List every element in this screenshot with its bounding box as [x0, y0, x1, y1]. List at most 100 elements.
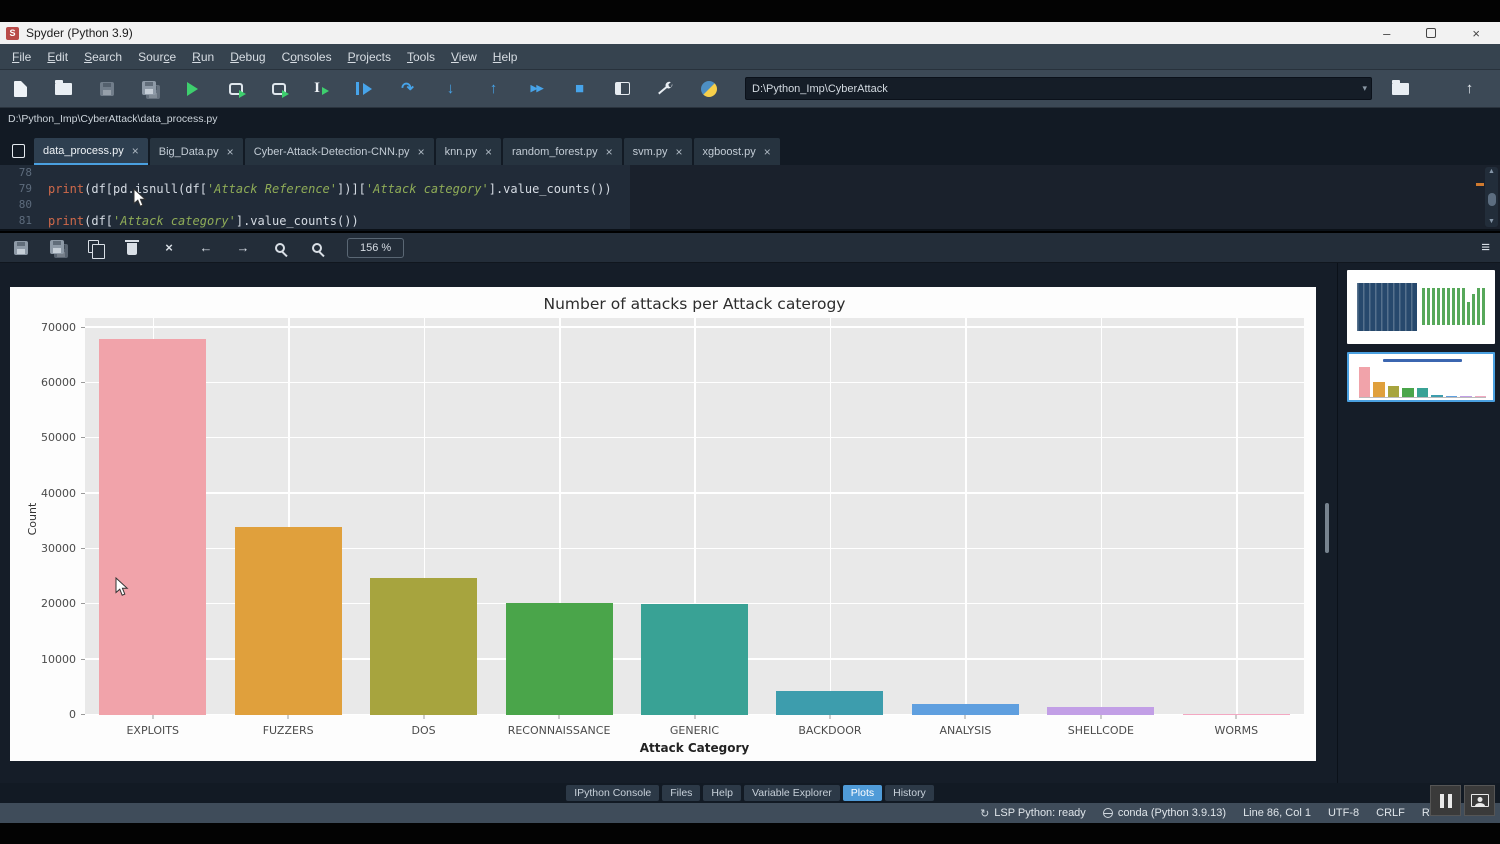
bar-shellcode[interactable] [1047, 707, 1154, 715]
pane-tab-ipython-console[interactable]: IPython Console [566, 785, 659, 802]
save-all-button[interactable] [137, 77, 162, 101]
menu-consoles[interactable]: Consoles [274, 47, 340, 67]
bar-worms[interactable] [1183, 714, 1290, 715]
pane-tab-plots[interactable]: Plots [843, 785, 882, 802]
bar-exploits[interactable] [99, 339, 206, 715]
minimize-button[interactable]: – [1383, 27, 1390, 40]
menu-help[interactable]: Help [485, 47, 526, 67]
bar-slot [762, 318, 897, 715]
x-tick-label: EXPLOITS [126, 724, 178, 737]
tab-close-icon[interactable]: × [485, 146, 492, 158]
scrollbar-handle[interactable] [1488, 193, 1496, 206]
tab-cyber-attack-detection-cnn-py[interactable]: Cyber-Attack-Detection-CNN.py× [245, 138, 434, 165]
open-file-button[interactable] [51, 77, 76, 101]
plots-scrollbar[interactable] [1325, 503, 1329, 553]
run-selection-button[interactable]: I [309, 77, 334, 101]
x-tick-mark [559, 715, 560, 719]
plot-zoom-level[interactable]: 156 % [347, 238, 404, 258]
menu-projects[interactable]: Projects [340, 47, 399, 67]
tab-data_process-py[interactable]: data_process.py× [34, 138, 148, 165]
scroll-up-icon[interactable]: ▲ [1485, 168, 1498, 176]
bar-generic[interactable] [641, 604, 748, 715]
tab-label: xgboost.py [703, 146, 756, 158]
menu-view[interactable]: View [443, 47, 485, 67]
step-into-button[interactable]: ↓ [438, 77, 463, 101]
pane-options-menu-icon[interactable]: ≡ [1481, 239, 1490, 256]
file-tabs-icon [12, 144, 25, 158]
pane-tab-history[interactable]: History [885, 785, 934, 802]
menu-edit[interactable]: Edit [39, 47, 76, 67]
menu-run[interactable]: Run [184, 47, 222, 67]
step-over-button[interactable]: ↷ [395, 77, 420, 101]
maximize-pane-button[interactable] [610, 77, 635, 101]
new-file-button[interactable] [8, 77, 33, 101]
plot-figure[interactable]: Number of attacks per Attack caterogy 01… [10, 287, 1316, 761]
tab-random_forest-py[interactable]: random_forest.py× [503, 138, 622, 165]
pause-recording-button[interactable] [1430, 785, 1461, 816]
tab-close-icon[interactable]: × [418, 146, 425, 158]
save-all-plots-icon [48, 238, 68, 258]
thumbnail-green-bars [1422, 283, 1486, 331]
editor-scrollbar[interactable]: ▲ ▼ [1485, 167, 1498, 227]
bar-backdoor[interactable] [776, 691, 883, 715]
save-all-plots-button[interactable] [47, 237, 69, 259]
interpreter-status[interactable]: conda (Python 3.9.13) [1103, 807, 1226, 819]
browse-directory-button[interactable] [1388, 77, 1413, 101]
pane-tab-files[interactable]: Files [662, 785, 700, 802]
remove-plot-button[interactable] [121, 237, 143, 259]
run-file-button[interactable] [180, 77, 205, 101]
copy-plot-button[interactable] [84, 237, 106, 259]
chevron-down-icon[interactable]: ▾ [1362, 83, 1367, 94]
browse-tabs-button[interactable] [6, 138, 30, 164]
tab-xgboost-py[interactable]: xgboost.py × [694, 138, 780, 165]
stop-debugging-button[interactable]: ■ [567, 77, 592, 101]
tab-close-icon[interactable]: × [227, 146, 234, 158]
tab-close-icon[interactable]: × [764, 146, 771, 158]
step-out-button[interactable]: ↑ [481, 77, 506, 101]
run-cell-advance-icon [272, 83, 286, 95]
bar-analysis[interactable] [912, 704, 1019, 715]
plot-thumbnail-missing-values[interactable] [1347, 270, 1495, 344]
tab-svm-py[interactable]: svm.py× [624, 138, 692, 165]
continue-execution-button[interactable]: ▶▶ [524, 77, 549, 101]
menu-search[interactable]: Search [76, 47, 130, 67]
bar-dos[interactable] [370, 578, 477, 715]
remove-all-plots-button[interactable]: × [158, 237, 180, 259]
previous-plot-button[interactable]: ← [195, 237, 217, 259]
menu-debug[interactable]: Debug [222, 47, 273, 67]
menu-file[interactable]: File [4, 47, 39, 67]
tab-close-icon[interactable]: × [132, 145, 139, 157]
save-plot-button[interactable] [10, 237, 32, 259]
tab-close-icon[interactable]: × [606, 146, 613, 158]
bar-fuzzers[interactable] [235, 527, 342, 715]
menu-source[interactable]: Source [130, 47, 184, 67]
zoom-out-button[interactable] [306, 237, 328, 259]
preferences-button[interactable] [653, 77, 678, 101]
close-button[interactable]: × [1472, 27, 1480, 40]
next-plot-button[interactable]: → [232, 237, 254, 259]
camera-overlay-button[interactable] [1464, 785, 1495, 816]
code-editor[interactable]: 7879print(df[pd.isnull(df['Attack Refere… [0, 165, 1500, 231]
tab-big_data-py[interactable]: Big_Data.py× [150, 138, 243, 165]
menu-tools[interactable]: Tools [399, 47, 443, 67]
run-cell-button[interactable] [223, 77, 248, 101]
working-directory-value: D:\Python_Imp\CyberAttack [752, 83, 888, 95]
code-line: 78 [0, 165, 1500, 181]
pane-tab-variable-explorer[interactable]: Variable Explorer [744, 785, 840, 802]
scroll-down-icon[interactable]: ▼ [1485, 218, 1498, 226]
pane-tab-strip: IPython ConsoleFilesHelpVariable Explore… [0, 783, 1500, 803]
save-button[interactable] [94, 77, 119, 101]
debug-file-button[interactable] [352, 77, 377, 101]
code-text: print(df['Attack category'].value_counts… [48, 213, 359, 229]
python-environment-button[interactable] [696, 77, 721, 101]
run-cell-advance-button[interactable] [266, 77, 291, 101]
bar-reconnaissance[interactable] [506, 603, 613, 715]
tab-close-icon[interactable]: × [675, 146, 682, 158]
tab-knn-py[interactable]: knn.py× [436, 138, 501, 165]
working-directory-combobox[interactable]: D:\Python_Imp\CyberAttack ▾ [745, 77, 1372, 100]
parent-directory-button[interactable]: ↑ [1457, 77, 1482, 101]
zoom-in-button[interactable] [269, 237, 291, 259]
plot-thumbnail-attack-categories-selected[interactable] [1347, 352, 1495, 402]
pane-tab-help[interactable]: Help [703, 785, 741, 802]
maximize-button[interactable] [1426, 28, 1436, 38]
